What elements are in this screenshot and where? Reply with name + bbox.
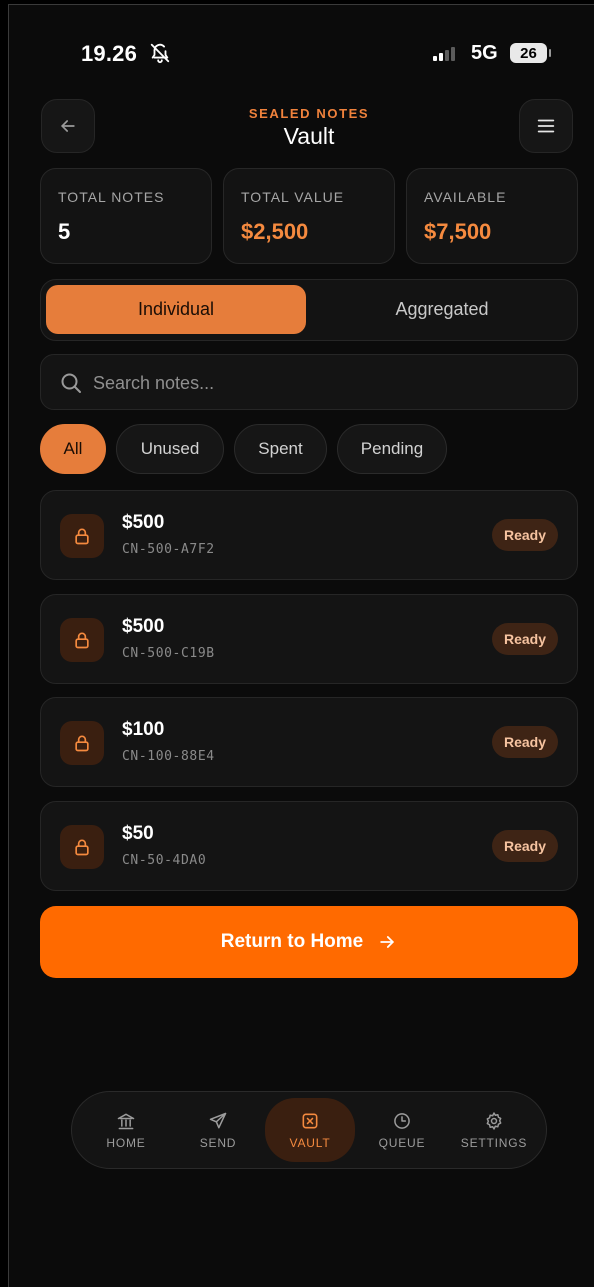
status-badge: Ready [492,830,558,862]
nav-label: SEND [199,1135,237,1150]
status-badge: Ready [492,726,558,758]
stat-value: $2,500 [241,219,309,244]
phone-screen: 19.26 5G 26 SEALED NOTES Vault TOTAL NOT… [8,4,594,1287]
stat-available: AVAILABLE $7,500 [406,168,578,264]
clock-icon [394,1112,410,1129]
status-badge: Ready [492,519,558,551]
nav-home[interactable]: HOME [86,1098,166,1162]
nav-send[interactable]: SEND [178,1098,258,1162]
return-home-label: Return to Home [220,931,364,952]
filter-pending[interactable]: Pending [337,424,447,474]
nav-label: QUEUE [378,1135,426,1150]
tab-aggregated[interactable]: Aggregated [312,285,572,334]
stat-total-value: TOTAL VALUE $2,500 [223,168,395,264]
signal-icon [433,47,455,61]
filter-all[interactable]: All [40,424,106,474]
stat-label: TOTAL VALUE [241,189,345,205]
back-button[interactable] [41,99,95,153]
stat-total-notes: TOTAL NOTES 5 [40,168,212,264]
return-home-button[interactable]: Return to Home [40,906,578,978]
menu-button[interactable] [519,99,573,153]
nav-vault[interactable]: VAULT [265,1098,355,1162]
filter-spent[interactable]: Spent [234,424,327,474]
network-type: 5G [471,42,498,64]
bank-icon [117,1113,135,1129]
note-amount: $500 [122,512,165,533]
battery-tip [549,49,551,57]
note-card[interactable]: $500 CN-500-C19B Ready [40,594,578,684]
note-code: CN-50-4DA0 [122,853,207,868]
note-code: CN-500-C19B [122,646,215,661]
bottom-nav: HOME SEND VAULT QUEUE SETTINGS [71,1091,547,1169]
note-code: CN-500-A7F2 [122,542,215,557]
note-card[interactable]: $50 CN-50-4DA0 Ready [40,801,578,891]
lock-icon [60,618,104,662]
nav-settings[interactable]: SETTINGS [452,1098,536,1162]
nav-label: HOME [106,1135,146,1150]
send-icon [209,1112,227,1128]
search-input[interactable] [91,367,535,399]
page-title: Vault [283,123,335,149]
gear-icon [486,1111,502,1130]
search-icon [61,373,81,393]
note-code: CN-100-88E4 [122,749,215,764]
tab-individual[interactable]: Individual [46,285,306,334]
stat-value: 5 [58,219,71,244]
note-amount: $100 [122,719,165,740]
filter-unused[interactable]: Unused [116,424,224,474]
hamburger-icon [537,119,555,133]
stat-label: TOTAL NOTES [58,189,165,205]
page-eyebrow: SEALED NOTES [248,106,370,121]
stat-value: $7,500 [424,219,492,244]
lock-icon [60,825,104,869]
arrow-right-icon [380,936,394,948]
note-amount: $50 [122,823,154,844]
status-time: 19.26 [81,41,138,66]
lock-icon [60,514,104,558]
vault-icon [302,1113,318,1128]
note-card[interactable]: $500 CN-500-A7F2 Ready [40,490,578,580]
battery-icon: 26 [510,43,547,63]
nav-queue[interactable]: QUEUE [362,1098,442,1162]
nav-label: SETTINGS [460,1135,528,1150]
bell-muted-icon [150,43,170,64]
note-amount: $500 [122,616,165,637]
note-card[interactable]: $100 CN-100-88E4 Ready [40,697,578,787]
stat-label: AVAILABLE [424,189,507,205]
nav-label: VAULT [289,1135,331,1150]
lock-icon [60,721,104,765]
status-badge: Ready [492,623,558,655]
arrow-left-icon [61,120,75,132]
